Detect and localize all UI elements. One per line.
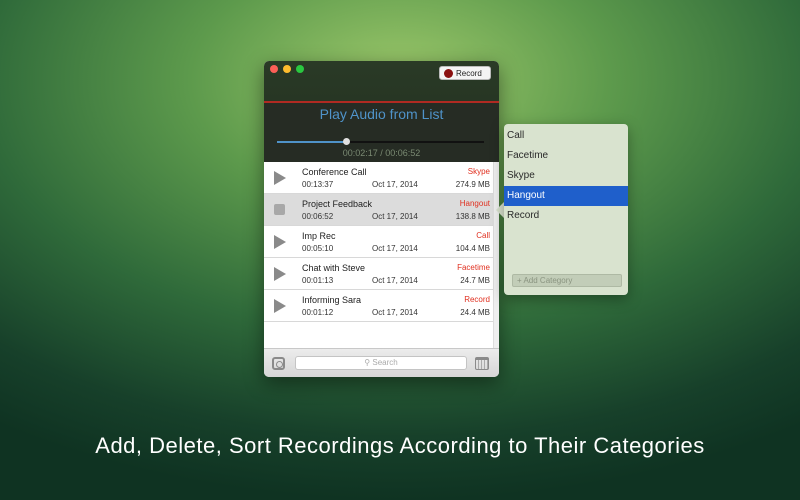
- category-item-record[interactable]: Record: [504, 206, 628, 226]
- category-item-facetime[interactable]: Facetime: [504, 146, 628, 166]
- recording-date: Oct 17, 2014: [372, 244, 418, 253]
- recording-duration: 00:05:10: [302, 244, 334, 253]
- caption-text: Add, Delete, Sort Recordings According t…: [95, 433, 705, 458]
- search-placeholder: Search: [372, 358, 398, 367]
- traffic-lights: [270, 65, 304, 73]
- play-icon[interactable]: [274, 235, 286, 249]
- recording-duration: 00:01:12: [302, 308, 334, 317]
- recording-size: 24.7 MB: [460, 276, 490, 285]
- player-panel: Play Audio from List 00:02:17 / 00:06:52: [264, 103, 499, 162]
- recording-date: Oct 17, 2014: [372, 308, 418, 317]
- search-input[interactable]: ⚲ Search: [295, 356, 467, 370]
- recording-date: Oct 17, 2014: [372, 212, 418, 221]
- recording-name: Imp Rec: [302, 231, 336, 241]
- record-button[interactable]: Record: [439, 66, 491, 80]
- recording-size: 274.9 MB: [455, 180, 490, 189]
- recording-size: 24.4 MB: [460, 308, 490, 317]
- list-scrollbar[interactable]: [493, 162, 499, 348]
- recording-row[interactable]: Informing Sara 00:01:12 Oct 17, 2014 24.4 M…: [264, 290, 493, 322]
- progress-fill: [277, 141, 346, 143]
- category-item-skype[interactable]: Skype: [504, 166, 628, 186]
- minimize-window-button[interactable]: [283, 65, 291, 73]
- recording-row[interactable]: Imp Rec 00:05:10 Oct 17, 2014 104.4 MB Call: [264, 226, 493, 258]
- recording-duration: 00:01:13: [302, 276, 334, 285]
- play-icon[interactable]: [274, 299, 286, 313]
- recording-row[interactable]: Conference Call 00:13:37 Oct 17, 2014 274.9…: [264, 162, 493, 194]
- app-window: Record Play Audio from List 00:02:17 / 0…: [264, 61, 499, 377]
- close-window-button[interactable]: [270, 65, 278, 73]
- recording-category: Record: [464, 295, 490, 304]
- record-label: Record: [456, 68, 482, 78]
- category-popover: + Add Category Call Facetime Skype Hangout R…: [504, 124, 628, 295]
- recording-date: Oct 17, 2014: [372, 180, 418, 189]
- recording-date: Oct 17, 2014: [372, 276, 418, 285]
- stop-icon[interactable]: [274, 204, 285, 215]
- playback-time: 00:02:17 / 00:06:52: [342, 148, 421, 158]
- record-icon: [444, 68, 453, 78]
- recording-size: 138.8 MB: [455, 212, 490, 221]
- recordings-list: Conference Call 00:13:37 Oct 17, 2014 274.9…: [264, 162, 499, 348]
- recording-category: Call: [476, 231, 490, 240]
- progress-knob[interactable]: [342, 138, 350, 145]
- calendar-icon[interactable]: [475, 357, 489, 370]
- recording-row[interactable]: Chat with Steve 00:01:13 Oct 17, 2014 24.7 …: [264, 258, 493, 290]
- recording-name: Informing Sara: [302, 295, 362, 305]
- recording-category: Hangout: [459, 199, 490, 208]
- play-icon[interactable]: [274, 267, 286, 281]
- category-item-hangout[interactable]: Hangout: [504, 186, 628, 206]
- recording-name: Conference Call: [302, 167, 367, 177]
- popover-arrow: [496, 202, 504, 218]
- recording-duration: 00:13:37: [302, 180, 334, 189]
- recording-category: Facetime: [457, 263, 490, 272]
- category-item-call[interactable]: Call: [504, 126, 628, 146]
- recording-name: Chat with Steve: [302, 263, 366, 273]
- play-icon[interactable]: [274, 171, 286, 185]
- window-footer: ⚲ Search: [264, 348, 499, 377]
- recording-name: Project Feedback: [302, 199, 373, 209]
- recording-duration: 00:06:52: [302, 212, 334, 221]
- player-title: Play Audio from List: [319, 106, 444, 122]
- zoom-window-button[interactable]: [296, 65, 304, 73]
- add-category-button[interactable]: + Add Category: [512, 274, 622, 287]
- settings-gear-icon[interactable]: [272, 357, 285, 370]
- recording-size: 104.4 MB: [455, 244, 490, 253]
- recording-category: Skype: [467, 167, 490, 176]
- recording-row[interactable]: Project Feedback 00:06:52 Oct 17, 2014 138.…: [264, 194, 493, 226]
